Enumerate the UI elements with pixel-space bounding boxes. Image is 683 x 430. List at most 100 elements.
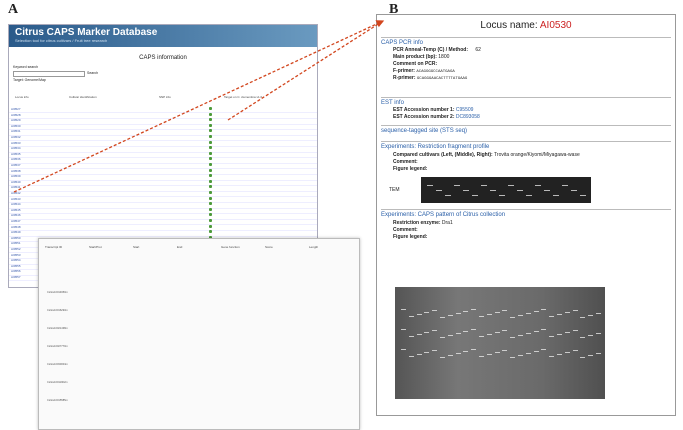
locus-link[interactable]: AI0545: [11, 208, 21, 212]
zoom-header: Gene function: [221, 245, 240, 249]
gel-band: [463, 311, 469, 312]
gel-band: [580, 357, 586, 358]
zoom-row: Ciclev10030004m: [47, 363, 68, 366]
rprimer: GCAGGGAACACTTTTATGAAG: [416, 77, 468, 81]
locus-link[interactable]: AI0538: [11, 169, 21, 173]
locus-link[interactable]: AI0553: [11, 253, 21, 257]
product: 1800: [438, 54, 450, 60]
fprimer-label: F-primer:: [393, 68, 415, 74]
zoom-header: Start: [133, 245, 140, 249]
locus-label: Locus name:: [480, 20, 538, 31]
gel-band: [572, 310, 578, 311]
locus-link[interactable]: AI0534: [11, 146, 21, 150]
gel-band: [432, 310, 438, 311]
locus-link[interactable]: AI0549: [11, 230, 21, 234]
gel-band: [455, 353, 461, 354]
caps-info-heading: CAPS information: [139, 55, 187, 61]
status-icon: [209, 168, 212, 172]
status-icon: [209, 151, 212, 155]
gel-band: [541, 349, 547, 350]
product-label: Main product (bp):: [393, 54, 437, 60]
sts-link[interactable]: sequence-tagged site (STS seq): [381, 128, 671, 134]
caps-legend-label: Figure legend:: [393, 234, 428, 240]
locus-link[interactable]: AI0550: [11, 236, 21, 240]
caps-comment-label: Comment:: [393, 227, 418, 233]
pcr-temp-label: PCR Anneal-Temp (C) / Method:: [393, 47, 468, 53]
keyword-input[interactable]: [13, 71, 85, 77]
locus-link[interactable]: AI0554: [11, 258, 21, 262]
locus-link[interactable]: AI0546: [11, 213, 21, 217]
target-label: Target: Genome/Map: [13, 78, 46, 82]
status-icon: [209, 163, 212, 166]
gel-band: [525, 313, 531, 314]
status-icon: [209, 191, 212, 194]
gel-band: [571, 190, 577, 191]
locus-link[interactable]: AI0551: [11, 241, 21, 245]
locus-link[interactable]: AI0540: [11, 180, 21, 184]
zoomed-target-table: Transcript ID Start/Prot Start End Gene func…: [38, 238, 360, 430]
locus-link[interactable]: AI0528: [11, 113, 21, 117]
col-snp: SNP info: [159, 95, 171, 99]
est2-link[interactable]: DC893058: [456, 114, 480, 120]
locus-link[interactable]: AI0529: [11, 118, 21, 122]
locus-link[interactable]: AI0543: [11, 197, 21, 201]
gel-band: [517, 190, 523, 191]
gel-band: [454, 185, 460, 186]
status-icon: [209, 140, 212, 144]
locus-link[interactable]: AI0556: [11, 269, 21, 273]
locus-link[interactable]: AI0541: [11, 185, 21, 189]
locus-link[interactable]: AI0536: [11, 157, 21, 161]
rfp-gel-image: [421, 177, 591, 203]
gel-band: [557, 354, 562, 355]
gel-band: [502, 330, 508, 331]
locus-link[interactable]: AI0544: [11, 202, 21, 206]
gel-band: [401, 329, 406, 330]
est2-label: EST Accession number 2:: [393, 114, 455, 120]
gel-band: [510, 337, 516, 338]
gel-band: [557, 314, 562, 315]
gel-band: [541, 309, 547, 310]
enzyme-label: Restriction enzyme:: [393, 220, 441, 226]
status-icon: [209, 174, 212, 178]
locus-link[interactable]: AI0552: [11, 247, 21, 251]
sts-section: sequence-tagged site (STS seq): [381, 125, 671, 134]
gel-band: [416, 334, 422, 335]
locus-name: AI0530: [539, 20, 572, 31]
zoom-header: End: [177, 245, 183, 249]
locus-link[interactable]: AI0537: [11, 163, 21, 167]
gel-band: [463, 190, 469, 191]
zoom-header: Transcript ID: [45, 245, 63, 249]
locus-link[interactable]: AI0547: [11, 219, 21, 223]
locus-link[interactable]: AI0557: [11, 275, 21, 279]
gel-band: [588, 335, 594, 336]
gel-band: [580, 317, 586, 318]
gel-band: [544, 190, 550, 191]
gel-band: [455, 333, 461, 334]
locus-link[interactable]: AI0532: [11, 135, 21, 139]
zoom-row: Ciclev10016293m: [47, 309, 68, 312]
locus-link[interactable]: AI0535: [11, 152, 21, 156]
status-icon: [209, 135, 212, 138]
status-icon: [209, 213, 212, 217]
zoom-row: Ciclev10021438m: [47, 327, 68, 330]
gel-band: [588, 315, 594, 316]
est1-link[interactable]: C95509: [456, 107, 474, 113]
locus-link[interactable]: AI0533: [11, 141, 21, 145]
locus-link[interactable]: AI0539: [11, 174, 21, 178]
status-icon: [209, 129, 212, 133]
gel-band: [447, 355, 453, 356]
gel-band: [588, 355, 594, 356]
locus-link[interactable]: AI0555: [11, 264, 21, 268]
gel-band: [427, 185, 433, 186]
locus-link[interactable]: AI0542: [11, 191, 21, 195]
locus-link[interactable]: AI0548: [11, 225, 21, 229]
locus-link[interactable]: AI0527: [11, 107, 21, 111]
status-icon: [209, 185, 212, 189]
locus-link[interactable]: AI0531: [11, 129, 21, 133]
gel-band: [401, 349, 406, 350]
status-icon: [209, 202, 212, 206]
gel-band: [463, 331, 469, 332]
fprimer: ACAGGGGCCAATGAGA: [416, 70, 455, 74]
search-button[interactable]: Search: [87, 71, 98, 75]
locus-link[interactable]: AI0530: [11, 124, 21, 128]
